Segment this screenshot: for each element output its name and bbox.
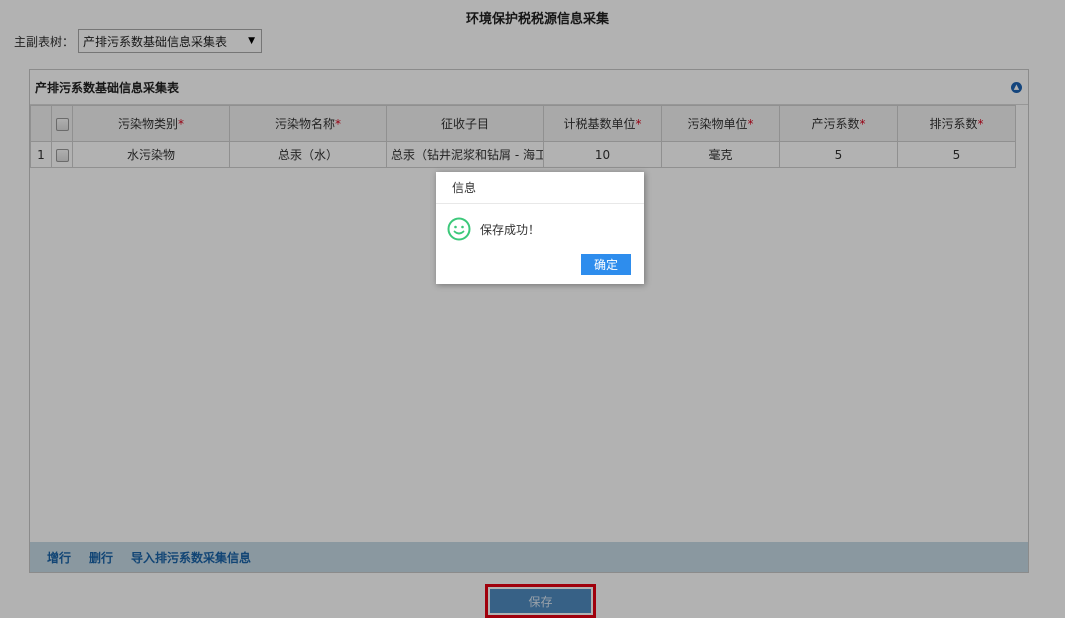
modal-overlay <box>0 0 1065 618</box>
smile-icon <box>447 217 471 241</box>
ok-button[interactable]: 确定 <box>581 254 631 275</box>
dialog-title: 信息 <box>436 172 644 204</box>
info-dialog: 信息 保存成功！ 确定 <box>436 172 644 284</box>
dialog-message: 保存成功！ <box>480 222 541 237</box>
dialog-body: 保存成功！ <box>436 204 644 241</box>
